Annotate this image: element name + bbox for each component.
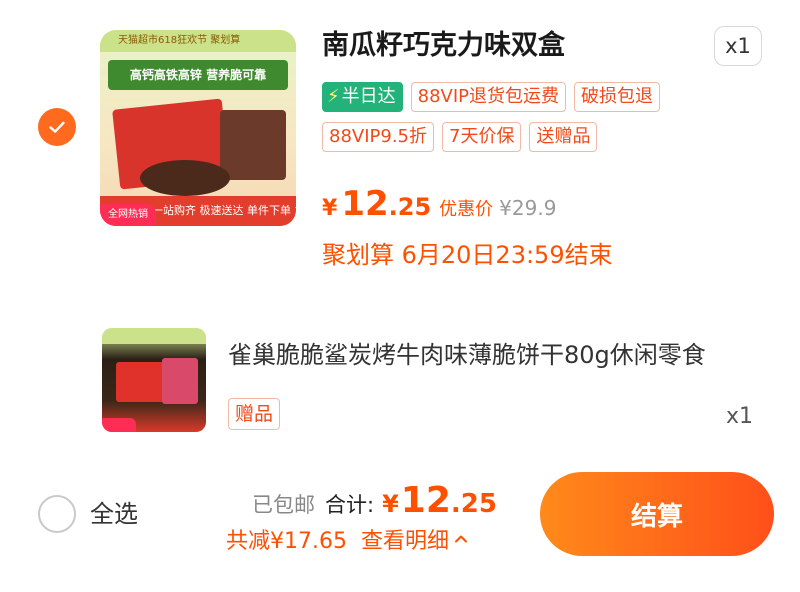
- checkout-button[interactable]: 结算: [540, 472, 774, 556]
- total-summary: 已包邮 合计: ¥ 12 .25: [252, 480, 497, 524]
- gift-box-image-secondary: [162, 358, 198, 404]
- view-details-label: 查看明细: [360, 529, 449, 554]
- gift-quantity: x1: [726, 404, 754, 429]
- price-label: 优惠价: [439, 199, 494, 220]
- badge-row-1: ⚡ 半日达 88VIP退货包运费 破损包退: [322, 82, 742, 112]
- chocolate-image: [140, 160, 230, 196]
- lightning-icon: ⚡: [327, 86, 340, 107]
- service-badges: ⚡ 半日达 88VIP退货包运费 破损包退 88VIP9.5折 7天价保 送赠品: [322, 82, 742, 162]
- badge-price-protect: 7天价保: [442, 122, 522, 152]
- badge-return-shipping: 88VIP退货包运费: [410, 82, 567, 112]
- total-currency: ¥: [382, 490, 399, 518]
- deal-countdown: 聚划算 6月20日23:59结束: [322, 241, 613, 269]
- discount-amount: 共减¥17.65: [226, 529, 347, 554]
- product-box-image-secondary: [220, 110, 286, 180]
- total-label: 合计:: [325, 493, 375, 517]
- quantity-selector[interactable]: x1: [714, 26, 762, 66]
- view-details-link[interactable]: 查看明细: [361, 523, 469, 555]
- badge-damage-return: 破损包退: [574, 82, 661, 112]
- price-currency: ¥: [322, 196, 338, 221]
- gift-thumbnail-tag: [102, 418, 136, 432]
- badge-fast-delivery: ⚡ 半日达: [322, 82, 403, 112]
- thumbnail-slogan: 高钙高铁高锌 营养脆可靠: [108, 60, 288, 90]
- thumbnail-hot-tag: 全网热销: [100, 204, 156, 226]
- thumbnail-banner: 天猫超市618狂欢节 聚划算: [100, 30, 296, 52]
- price-integer: 12: [341, 184, 389, 224]
- badge-free-gift: 送赠品: [529, 122, 598, 152]
- price-decimal: .25: [388, 193, 432, 221]
- item-price: ¥ 12 .25 优惠价 ¥29.9: [322, 184, 556, 228]
- gift-badge: 赠品: [228, 398, 281, 430]
- item-checkbox[interactable]: [38, 108, 76, 146]
- chevron-up-icon: [455, 535, 467, 543]
- total-integer: 12: [400, 480, 451, 521]
- product-thumbnail[interactable]: 天猫超市618狂欢节 聚划算 高钙高铁高锌 营养脆可靠 一站购齐 极速送达 单件…: [100, 30, 296, 226]
- select-all-label[interactable]: 全选: [90, 496, 138, 532]
- gift-title[interactable]: 雀巢脆脆鲨炭烤牛肉味薄脆饼干80g休闲零食: [228, 338, 758, 372]
- gift-thumbnail-banner: [102, 328, 206, 344]
- badge-row-2: 88VIP9.5折 7天价保 送赠品: [322, 122, 742, 152]
- product-title[interactable]: 南瓜籽巧克力味双盒: [322, 28, 702, 64]
- cart-area: 天猫超市618狂欢节 聚划算 高钙高铁高锌 营养脆可靠 一站购齐 极速送达 单件…: [0, 0, 800, 446]
- select-all-checkbox[interactable]: [38, 495, 76, 533]
- cart-item-card: 天猫超市618狂欢节 聚划算 高钙高铁高锌 营养脆可靠 一站购齐 极速送达 单件…: [0, 0, 800, 446]
- discount-summary: 共减¥17.65 查看明细: [226, 522, 469, 556]
- badge-vip-discount: 88VIP9.5折: [322, 122, 435, 152]
- original-price: ¥29.9: [499, 196, 557, 220]
- badge-fast-delivery-label: 半日达: [341, 86, 396, 107]
- gift-box-image: [116, 362, 168, 402]
- gift-thumbnail[interactable]: [102, 328, 206, 432]
- checkmark-icon: [49, 121, 65, 133]
- shipping-status: 已包邮: [252, 493, 315, 517]
- checkout-bar: 全选 已包邮 合计: ¥ 12 .25 共减¥17.65 查看明细 结算: [0, 446, 800, 592]
- total-decimal: .25: [450, 489, 497, 519]
